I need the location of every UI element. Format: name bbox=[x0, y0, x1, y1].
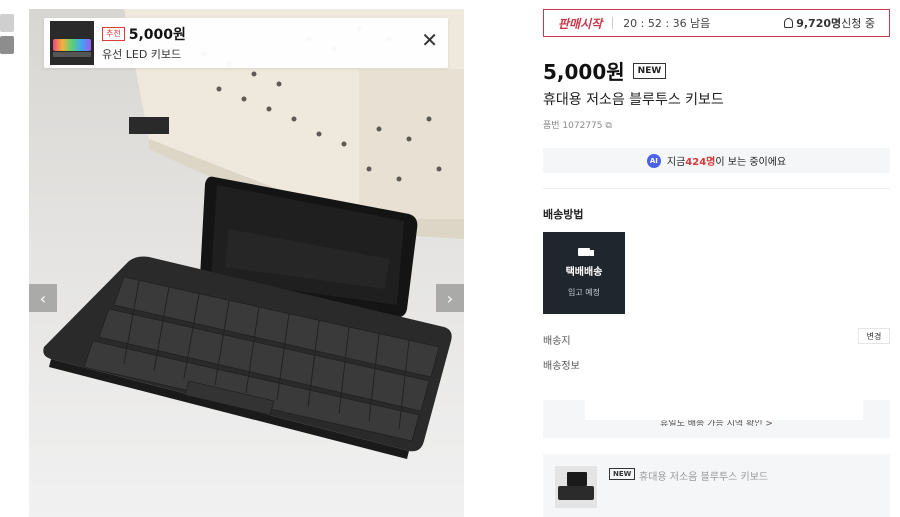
thumbnail[interactable] bbox=[0, 14, 14, 32]
viewing-suffix: 이 보는 중이에요 bbox=[715, 157, 787, 168]
gallery-next-button[interactable]: › bbox=[436, 284, 464, 312]
thumbnail[interactable] bbox=[0, 36, 14, 54]
sale-timer: 20 : 52 : 36 남음 bbox=[623, 17, 711, 30]
viewing-prefix: 지금 bbox=[666, 157, 686, 168]
shipping-info-label: 배송정보 bbox=[543, 361, 580, 372]
mini-thumbnail bbox=[555, 466, 597, 508]
ai-icon: AI bbox=[646, 153, 661, 168]
divider bbox=[612, 17, 614, 29]
applicant-number: 9,720명 bbox=[796, 17, 842, 30]
shipping-method-name: 택배배송 bbox=[565, 267, 603, 278]
viewer-count-banner: AI 지금 424명 이 보는 중이에요 bbox=[543, 148, 890, 173]
recommend-price: 5,000원 bbox=[128, 27, 186, 43]
delivery-area-box[interactable]: 휴일도 배송 가능 지역 확인 > bbox=[543, 400, 890, 438]
gallery-prev-button[interactable]: ‹ bbox=[29, 284, 57, 312]
mini-title: 휴대용 저소음 블루투스 키보드 bbox=[639, 472, 769, 483]
product-number[interactable]: 품번 1072775 ⧉ bbox=[543, 118, 612, 131]
shipping-heading: 배송방법 bbox=[543, 208, 584, 221]
bell-icon bbox=[784, 18, 794, 28]
shipping-method-option[interactable]: 택배배송 입고 예정 bbox=[543, 232, 625, 314]
sticky-product-card[interactable]: NEW 휴대용 저소음 블루투스 키보드 bbox=[543, 454, 890, 517]
product-title: 휴대용 저소음 블루투스 키보드 bbox=[543, 92, 724, 108]
recommendation-thumbnail bbox=[50, 21, 94, 65]
viewer-count: 424명 bbox=[685, 157, 716, 168]
keyboard-photo-illustration bbox=[29, 9, 464, 517]
recommend-name: 유선 LED 키보드 bbox=[102, 48, 182, 61]
product-price: 5,000원 bbox=[543, 60, 625, 84]
overlay-panel bbox=[585, 400, 863, 420]
close-icon[interactable]: ✕ bbox=[421, 30, 438, 50]
sale-start-bar: 판매시작 20 : 52 : 36 남음 9,720명 신청 중 bbox=[543, 9, 890, 37]
divider bbox=[543, 188, 890, 189]
price-row: 5,000원 NEW bbox=[543, 56, 667, 85]
chevron-right-icon: › bbox=[446, 288, 454, 308]
truck-icon bbox=[578, 248, 594, 256]
change-address-button[interactable]: 변경 bbox=[858, 328, 890, 344]
applicant-suffix: 신청 중 bbox=[841, 17, 875, 30]
shipping-method-status: 입고 예정 bbox=[568, 288, 600, 297]
applicant-count: 9,720명 신청 중 bbox=[784, 15, 875, 31]
new-badge: NEW bbox=[632, 62, 667, 79]
recommendation-popup[interactable]: 추천 5,000원 유선 LED 키보드 ✕ bbox=[44, 18, 448, 68]
mini-new-badge: NEW bbox=[609, 468, 636, 480]
sale-label: 판매시작 bbox=[558, 16, 603, 31]
recommend-badge: 추천 bbox=[102, 27, 125, 41]
address-label: 배송지 bbox=[543, 336, 571, 347]
chevron-left-icon: ‹ bbox=[39, 288, 47, 308]
edge-thumbnails bbox=[0, 14, 14, 58]
product-photo bbox=[29, 9, 464, 517]
